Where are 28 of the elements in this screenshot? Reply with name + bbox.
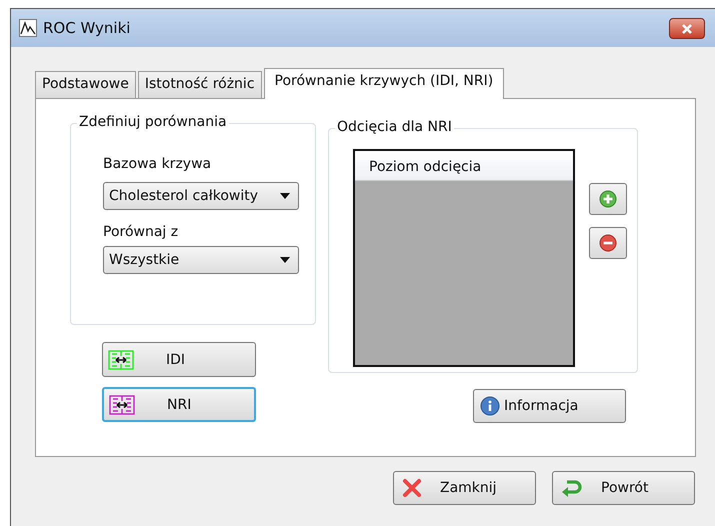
back-button[interactable]: Powrót — [552, 471, 695, 505]
cross-icon — [402, 478, 422, 498]
field-label: Bazowa krzywa — [103, 156, 212, 172]
info-icon — [480, 396, 500, 416]
group-title: Zdefiniuj porównania — [77, 114, 229, 130]
close-button[interactable] — [669, 18, 705, 39]
return-arrow-icon — [561, 478, 583, 498]
window-title: ROC Wyniki — [43, 19, 130, 37]
method-button[interactable]: NRI — [102, 387, 256, 422]
tab[interactable]: Istotność różnic — [138, 71, 262, 98]
dropdown[interactable]: Cholesterol całkowity — [103, 182, 299, 210]
plus-icon — [599, 190, 617, 208]
caret-icon — [280, 193, 290, 199]
tab[interactable]: Porównanie krzywych (IDI, NRI) — [264, 68, 504, 99]
remove-button[interactable] — [589, 227, 627, 259]
close-dialog-button[interactable]: Zamknij — [393, 471, 536, 505]
close-icon — [680, 22, 694, 34]
caret-icon — [280, 257, 290, 263]
minus-icon — [599, 234, 617, 252]
column-header[interactable]: Poziom odcięcia — [355, 151, 573, 181]
method-button[interactable]: IDI — [102, 342, 256, 377]
dropdown[interactable]: Wszystkie — [103, 246, 299, 274]
field-label: Porównaj z — [103, 224, 180, 240]
info-button[interactable]: Informacja — [473, 389, 626, 423]
chart-icon — [19, 19, 37, 37]
add-button[interactable] — [589, 183, 627, 215]
group-title: Odcięcia dla NRI — [335, 119, 454, 135]
tab[interactable]: Podstawowe — [35, 71, 136, 98]
